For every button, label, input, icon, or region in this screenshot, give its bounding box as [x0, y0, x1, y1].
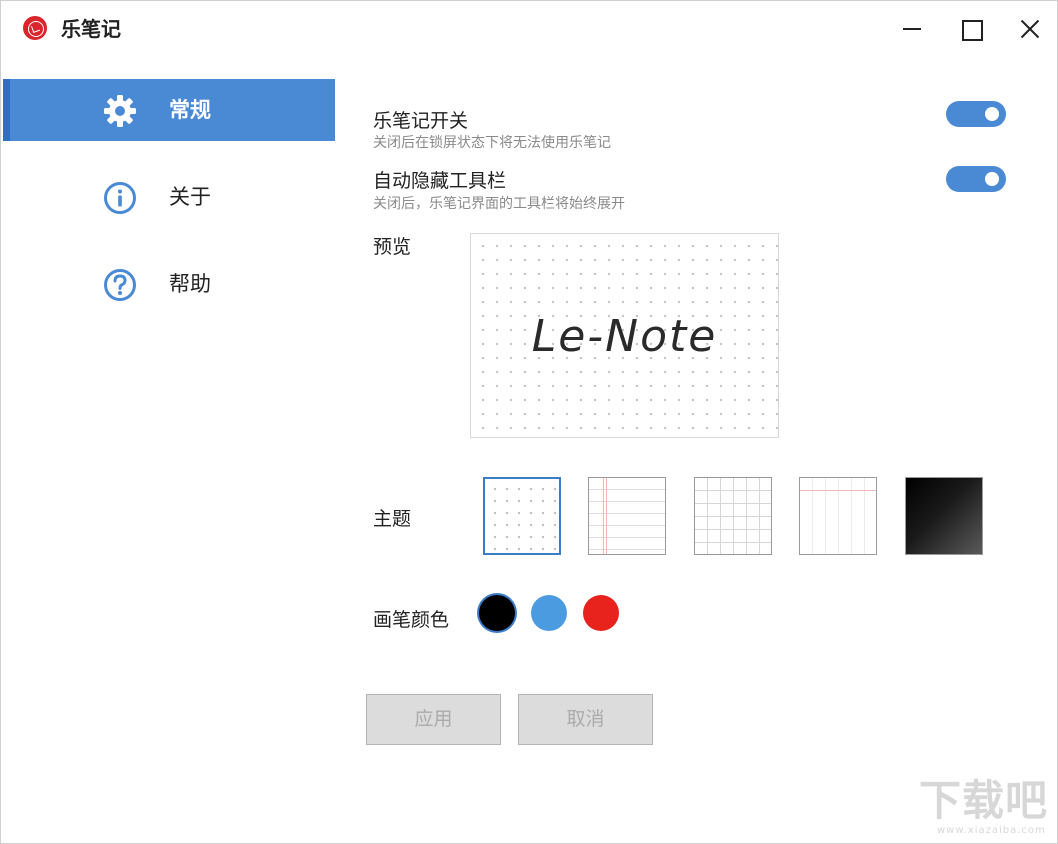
info-icon — [104, 182, 136, 214]
theme-option-dots[interactable] — [483, 477, 561, 555]
apply-button[interactable]: 应用 — [366, 694, 501, 745]
title-bar: 乐笔记 — [1, 1, 1057, 53]
help-icon — [104, 269, 136, 301]
pen-color-blue[interactable] — [531, 595, 567, 631]
sidebar-item-label: 关于 — [169, 185, 211, 209]
settings-window: 乐笔记 常规 关于 帮助 乐笔记开关 关闭后在锁屏状态下将无法使用乐笔记 自动隐… — [0, 0, 1058, 844]
theme-option-grid[interactable] — [694, 477, 772, 555]
watermark-logo: 下载吧 www.xiazaiba.com — [919, 777, 1051, 841]
sidebar-item-general[interactable]: 常规 — [3, 79, 335, 141]
theme-label: 主题 — [373, 508, 412, 530]
minimize-button[interactable] — [889, 9, 935, 49]
theme-option-lined[interactable] — [588, 477, 666, 555]
enable-toggle[interactable] — [946, 101, 1006, 127]
sidebar-item-help[interactable]: 帮助 — [3, 253, 335, 315]
app-logo-icon — [23, 16, 47, 40]
autohide-description: 关闭后，乐笔记界面的工具栏将始终展开 — [373, 196, 625, 212]
theme-option-columns[interactable] — [799, 477, 877, 555]
preview-canvas: Le-Note — [470, 233, 779, 438]
theme-option-dark[interactable] — [905, 477, 983, 555]
enable-description: 关闭后在锁屏状态下将无法使用乐笔记 — [373, 135, 611, 151]
autohide-toggle[interactable] — [946, 166, 1006, 192]
watermark-url: www.xiazaiba.com — [937, 825, 1046, 836]
pen-color-black[interactable] — [479, 595, 515, 631]
enable-title: 乐笔记开关 — [373, 110, 469, 132]
close-button[interactable] — [1007, 9, 1053, 49]
gear-icon — [104, 95, 136, 127]
sidebar: 常规 关于 帮助 — [3, 79, 335, 340]
sidebar-item-about[interactable]: 关于 — [3, 166, 335, 228]
maximize-button[interactable] — [948, 9, 994, 49]
pen-color-label: 画笔颜色 — [373, 609, 450, 631]
sidebar-item-label: 帮助 — [169, 272, 211, 296]
cancel-button[interactable]: 取消 — [518, 694, 653, 745]
app-title: 乐笔记 — [61, 17, 121, 41]
autohide-title: 自动隐藏工具栏 — [373, 170, 507, 192]
watermark-text: 下载吧 — [919, 776, 1049, 825]
sidebar-item-label: 常规 — [169, 98, 211, 122]
preview-label: 预览 — [373, 236, 412, 258]
pen-color-red[interactable] — [583, 595, 619, 631]
preview-sample-text: Le-Note — [531, 311, 718, 362]
